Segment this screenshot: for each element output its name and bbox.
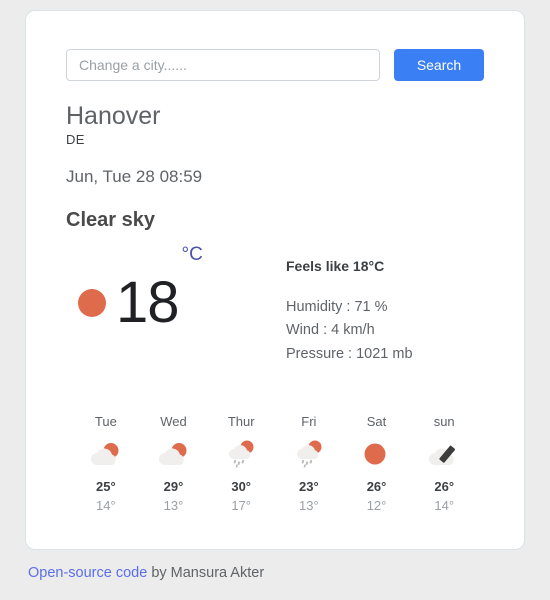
weather-condition: Clear sky bbox=[66, 209, 155, 232]
current-details-block: Feels like 18°C Humidity : 71 % Wind : 4… bbox=[286, 240, 484, 366]
forecast-day[interactable]: Sat 26° 12° bbox=[343, 414, 411, 516]
footer: Open-source code by Mansura Akter bbox=[28, 565, 264, 581]
sun-behind-rain-cloud-icon bbox=[207, 439, 275, 469]
forecast-day-label: Sat bbox=[366, 413, 387, 429]
forecast-day[interactable]: sun 26° 14° bbox=[410, 414, 478, 516]
sun-behind-cloud-icon bbox=[140, 439, 208, 469]
forecast-day[interactable]: Fri 23° 13° bbox=[275, 414, 343, 516]
forecast-high-temp: 26° bbox=[434, 478, 455, 494]
forecast-day-label: Tue bbox=[94, 413, 117, 429]
forecast-low-temp: 14° bbox=[96, 497, 116, 513]
current-conditions-row: 18 °C Feels like 18°C Humidity : 71 % Wi… bbox=[66, 240, 484, 366]
forecast-row: Tue 25° 14° Wed 29° 13° Thur 30° 17° Fri… bbox=[66, 414, 484, 516]
forecast-high-temp: 23° bbox=[299, 478, 319, 494]
weather-card: Search Hanover DE Jun, Tue 28 08:59 Clea… bbox=[25, 10, 525, 550]
datetime-label: Jun, Tue 28 08:59 bbox=[66, 167, 203, 187]
forecast-day[interactable]: Tue 25° 14° bbox=[72, 414, 140, 516]
forecast-high-temp: 29° bbox=[163, 478, 184, 494]
forecast-day[interactable]: Wed 29° 13° bbox=[140, 414, 208, 516]
search-button[interactable]: Search bbox=[394, 49, 484, 81]
open-source-code-link[interactable]: Open-source code bbox=[28, 565, 147, 581]
forecast-low-temp: 17° bbox=[231, 497, 252, 513]
forecast-day-label: Fri bbox=[301, 413, 317, 429]
country-code: DE bbox=[66, 132, 85, 148]
dark-cloud-icon bbox=[410, 439, 478, 469]
forecast-day-label: Wed bbox=[160, 413, 187, 429]
feels-like-label: Feels like 18°C bbox=[286, 258, 385, 275]
sun-icon bbox=[343, 439, 411, 469]
humidity-label: Humidity : 71 % bbox=[286, 299, 388, 316]
sun-behind-rain-cloud-icon bbox=[275, 439, 343, 469]
current-temperature: 18 bbox=[116, 270, 180, 336]
forecast-low-temp: 13° bbox=[299, 497, 319, 513]
weather-app-page: Search Hanover DE Jun, Tue 28 08:59 Clea… bbox=[0, 0, 550, 600]
forecast-high-temp: 26° bbox=[366, 478, 387, 494]
wind-label: Wind : 4 km/h bbox=[286, 322, 375, 339]
forecast-day[interactable]: Thur 30° 17° bbox=[207, 414, 275, 516]
location-block: Hanover DE bbox=[66, 102, 484, 148]
search-input[interactable] bbox=[66, 49, 380, 81]
current-temperature-block: 18 °C bbox=[66, 240, 286, 366]
temperature-unit: °C bbox=[181, 244, 203, 266]
footer-credit: by Mansura Akter bbox=[147, 565, 265, 581]
search-row: Search bbox=[66, 49, 484, 81]
sun-behind-cloud-icon bbox=[72, 439, 140, 469]
pressure-label: Pressure : 1021 mb bbox=[286, 345, 413, 362]
forecast-low-temp: 14° bbox=[434, 497, 455, 513]
forecast-low-temp: 12° bbox=[366, 497, 387, 513]
city-name: Hanover bbox=[66, 102, 161, 130]
forecast-low-temp: 13° bbox=[163, 497, 184, 513]
sun-icon bbox=[78, 289, 106, 318]
forecast-day-label: Thur bbox=[227, 413, 255, 429]
forecast-high-temp: 30° bbox=[231, 478, 252, 494]
forecast-high-temp: 25° bbox=[96, 478, 116, 494]
forecast-day-label: sun bbox=[433, 413, 455, 429]
